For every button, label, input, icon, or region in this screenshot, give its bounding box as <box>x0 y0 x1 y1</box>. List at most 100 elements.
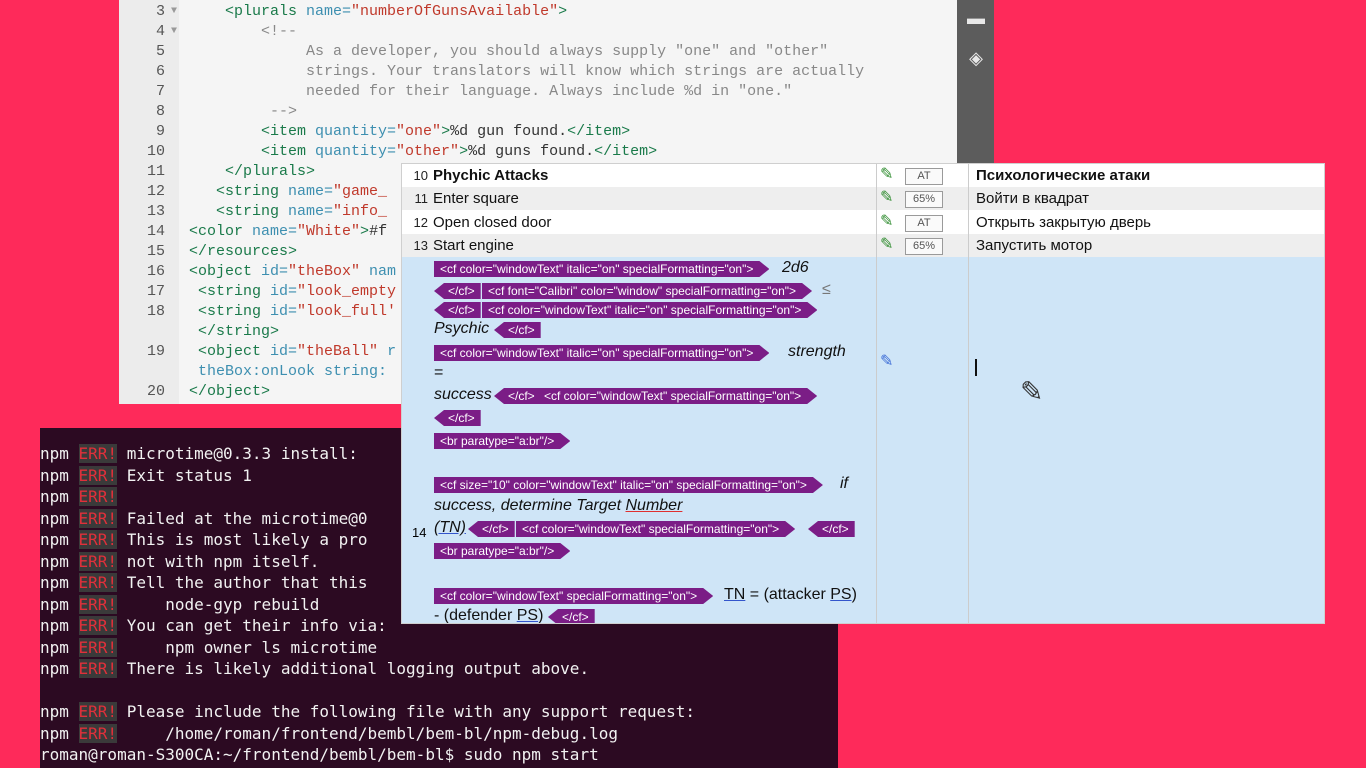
fold-toggle-icon[interactable]: ▼ <box>171 22 177 42</box>
tag-chip[interactable]: <cf color="windowText" specialFormatting… <box>516 521 795 537</box>
segment-row[interactable]: 13 Start engine ✎ 65% Запустить мотор <box>402 233 1324 257</box>
terminal-line: npm ERR! Please include the following fi… <box>40 702 696 721</box>
tag-chip[interactable]: <br paratype="a:br"/> <box>434 433 570 449</box>
terminal-line: npm ERR! Exit status 1 <box>40 465 252 485</box>
code-text: </plurals> <box>225 163 316 180</box>
tag-chip[interactable]: </cf> <box>434 302 481 318</box>
tag-chip[interactable]: <cf color="windowText" italic="on" speci… <box>434 261 769 277</box>
code-text: <object id="theBall" r <box>198 343 397 360</box>
tag-chip[interactable]: <cf color="windowText" specialFormatting… <box>538 388 817 404</box>
code-text: <plurals name="numberOfGunsAvailable"> <box>225 3 568 20</box>
terminal-line: npm ERR! microtime@0.3.3 install: <box>40 444 368 463</box>
terminal-line: npm ERR! This is most likely a pro <box>40 530 368 549</box>
translation-grid: 10 Phychic Attacks ✎ AT Психологические атак… <box>401 163 1325 624</box>
tag-chip[interactable]: </cf> <box>494 322 541 338</box>
segment-text: success, determine Target Number <box>434 497 683 514</box>
segment-number: 13 <box>413 237 428 253</box>
tag-chip[interactable]: <cf color="windowText" specialFormatting… <box>434 588 713 604</box>
pen-cursor-icon: ✎ <box>1020 376 1044 407</box>
segment-text: ≤ <box>822 281 831 298</box>
line-number: 19 <box>146 343 165 360</box>
segment-text: TN = (attacker PS) <box>724 586 857 603</box>
tag-chip[interactable]: <cf color="windowText" italic="on" speci… <box>434 345 769 361</box>
code-text: </string> <box>198 323 280 340</box>
tag-chip[interactable]: </cf> <box>548 609 595 623</box>
line-number: 15 <box>146 243 165 260</box>
confirmed-pencil-icon: ✎ <box>880 189 894 207</box>
layers-icon[interactable]: ◈ <box>966 48 986 68</box>
code-text: </resources> <box>189 243 298 260</box>
source-text: Enter square <box>433 190 519 208</box>
code-text: --> <box>270 103 298 120</box>
match-status-badge: 65% <box>905 237 943 255</box>
source-text: Open closed door <box>433 213 552 231</box>
terminal-line: npm ERR! not with npm itself. <box>40 551 320 571</box>
tag-chip[interactable]: </cf> <box>434 410 481 426</box>
tag-chip[interactable]: <br paratype="a:br"/> <box>434 543 570 559</box>
editor-toolstrip: ▬ ◈ <box>957 0 994 168</box>
code-text: </object> <box>189 383 271 400</box>
match-status-badge: AT <box>905 168 943 185</box>
line-number: 5 <box>155 43 165 60</box>
terminal-line: npm ERR! Failed at the microtime@0 <box>40 508 368 528</box>
terminal-line: npm ERR! /home/roman/frontend/bembl/bem-… <box>40 723 618 743</box>
line-number: 8 <box>155 103 165 120</box>
terminal-line: npm ERR! <box>40 487 118 506</box>
source-text: Phychic Attacks <box>433 167 549 184</box>
segment-row[interactable]: 10 Phychic Attacks ✎ AT Психологические атак… <box>402 164 1324 187</box>
puzzle-icon[interactable]: ▬ <box>966 8 986 28</box>
column-divider <box>876 164 877 623</box>
tag-chip[interactable]: </cf> <box>808 521 855 537</box>
segment-text: Psychic <box>434 320 490 337</box>
line-number: 13 <box>146 203 165 220</box>
code-text: <string id="look_empty <box>198 283 397 300</box>
terminal-line: npm ERR! You can get their info via: <box>40 616 387 635</box>
tag-chip[interactable]: <cf color="windowText" italic="on" speci… <box>482 302 817 318</box>
code-text: <color name="White">#f <box>189 223 388 240</box>
confirmed-pencil-icon: ✎ <box>880 212 894 230</box>
segment-row[interactable]: 11 Enter square ✎ 65% Войти в квадрат <box>402 187 1324 211</box>
line-number: 7 <box>155 83 165 100</box>
line-number: 6 <box>155 63 165 80</box>
segment-text: = <box>434 364 444 381</box>
target-text[interactable]: Запустить мотор <box>976 234 1092 257</box>
tag-chip[interactable]: <cf size="10" color="windowText" italic=… <box>434 477 823 493</box>
segment-text: success <box>434 386 492 403</box>
code-text: <string name="info_ <box>216 203 388 220</box>
line-number: 16 <box>146 263 165 280</box>
line-number: 10 <box>146 143 165 160</box>
tag-chip[interactable]: <cf font="Calibri" color="window" specia… <box>482 283 812 299</box>
segment-row[interactable]: 12 Open closed door ✎ AT Открыть закрытую дв… <box>402 211 1324 234</box>
active-segment[interactable]: 14 ✎ <cf color="windowText" italic="on" … <box>402 257 1324 623</box>
line-number: 18 <box>146 303 165 320</box>
line-number: 20 <box>146 383 165 400</box>
terminal-line: npm ERR! There is likely additional logg… <box>40 659 590 678</box>
code-text: <string id="look_full' <box>198 303 397 320</box>
target-text[interactable]: Войти в квадрат <box>976 187 1089 210</box>
segment-number: 12 <box>413 214 428 230</box>
segment-number: 14 <box>412 525 427 540</box>
tag-chip[interactable]: </cf> <box>468 521 515 537</box>
edit-pencil-icon: ✎ <box>880 353 894 370</box>
code-text: needed for their language. Always includ… <box>306 83 793 100</box>
match-status-badge: 65% <box>905 191 943 209</box>
confirmed-pencil-icon: ✎ <box>880 235 894 253</box>
line-number: 4 <box>155 23 165 40</box>
code-text: <!-- <box>261 23 298 40</box>
line-number: 14 <box>146 223 165 240</box>
line-number: 17 <box>146 283 165 300</box>
fold-toggle-icon[interactable]: ▼ <box>171 2 177 22</box>
code-text: <object id="theBox" nam <box>189 263 397 280</box>
target-text[interactable]: Открыть закрытую дверь <box>976 211 1151 234</box>
code-text: theBox:onLook string: <box>198 363 388 380</box>
segment-number: 11 <box>414 191 429 207</box>
line-number: 12 <box>146 183 165 200</box>
segment-text: (TN) <box>434 519 466 536</box>
line-number: 3 <box>155 3 165 20</box>
line-number: 9 <box>155 123 165 140</box>
tag-chip[interactable]: </cf> <box>434 283 481 299</box>
confirmed-pencil-icon: ✎ <box>880 166 894 183</box>
line-number: 11 <box>146 163 165 180</box>
tag-chip[interactable]: </cf> <box>494 388 541 404</box>
target-text[interactable]: Психологические атаки <box>976 164 1150 187</box>
